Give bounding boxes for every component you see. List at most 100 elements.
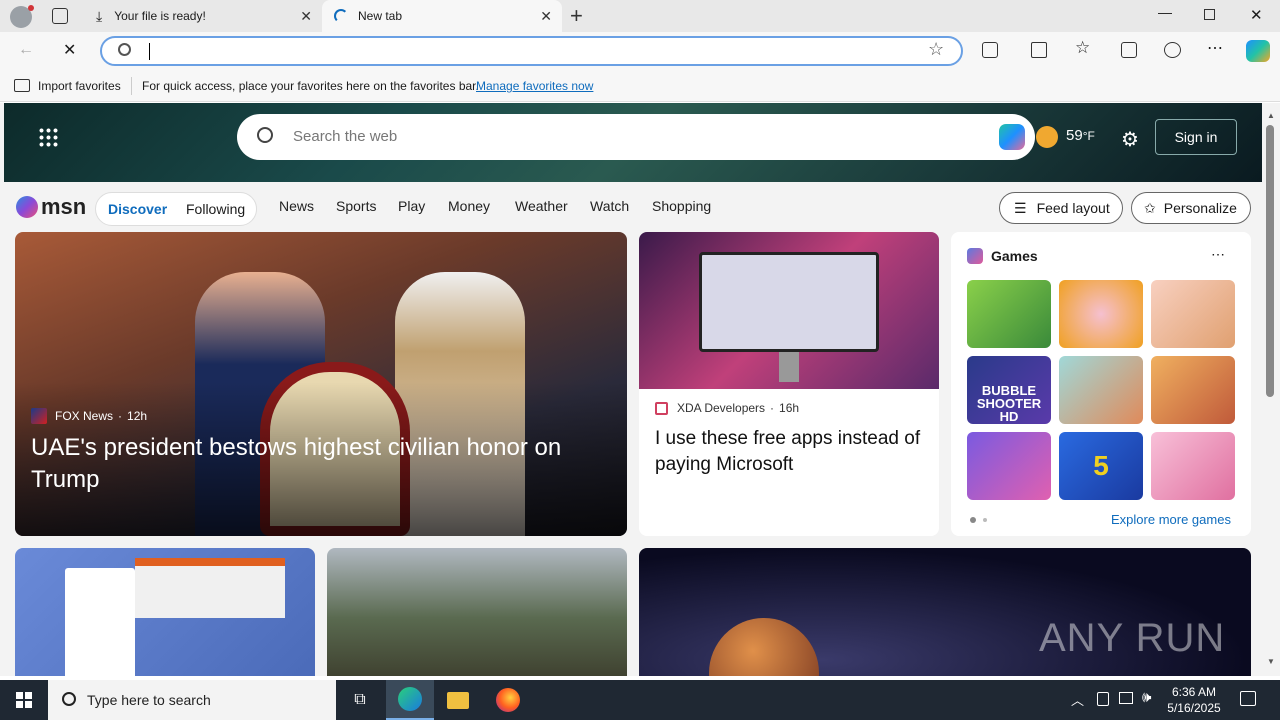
extensions-icon[interactable] (982, 42, 998, 58)
game-tile-5[interactable] (1059, 356, 1143, 424)
search-icon (62, 692, 76, 706)
app-launcher-icon[interactable] (38, 127, 58, 147)
weather-widget[interactable]: 59°F (1066, 127, 1095, 144)
taskbar-search-input: Type here to search (87, 692, 211, 708)
import-icon (14, 79, 30, 92)
scroll-thumb[interactable] (1266, 125, 1274, 397)
tab-new[interactable]: New tab ✕ (322, 0, 562, 32)
hero-story-card[interactable]: FOX News · 12h UAE's president bestows h… (15, 232, 627, 536)
game-tile-8[interactable]: 5 (1059, 432, 1143, 500)
file-explorer-icon[interactable] (434, 680, 482, 720)
favorite-star-icon[interactable]: ☆ (928, 39, 944, 60)
back-button[interactable]: ← (18, 41, 34, 59)
msn-search-box[interactable]: Search the web (237, 114, 1035, 160)
pill-discover[interactable]: Discover (108, 201, 167, 217)
product-box (65, 568, 135, 676)
story-card[interactable] (15, 548, 315, 676)
edge-taskbar-icon[interactable] (386, 680, 434, 720)
close-icon[interactable]: ✕ (300, 8, 312, 25)
game-tile-2[interactable] (1059, 280, 1143, 348)
msn-logo[interactable]: msn (16, 194, 86, 220)
settings-gear-icon[interactable]: ⚙ (1121, 127, 1139, 152)
copilot-icon[interactable] (999, 124, 1025, 150)
story-headline[interactable]: UAE's president bestows highest civilian… (31, 432, 611, 496)
story-headline[interactable]: I use these free apps instead of paying … (655, 426, 930, 478)
tab-title: Your file is ready! (114, 9, 206, 23)
nav-news[interactable]: News (279, 198, 314, 214)
windows-logo-icon (16, 692, 32, 708)
search-icon (257, 127, 273, 143)
scroll-up-arrow[interactable]: ▲ (1267, 111, 1275, 120)
story-card[interactable] (327, 548, 627, 676)
side-story-card[interactable]: XDA Developers · 16h I use these free ap… (639, 232, 939, 536)
nav-sports[interactable]: Sports (336, 198, 376, 214)
nav-weather[interactable]: Weather (515, 198, 568, 214)
tray-device-icon[interactable] (1097, 692, 1109, 706)
favorites-icon[interactable]: ☆ (1075, 38, 1090, 58)
game-tile-3[interactable] (1151, 280, 1235, 348)
game-tile-1[interactable] (967, 280, 1051, 348)
pill-following[interactable]: Following (186, 201, 245, 217)
nav-play[interactable]: Play (398, 198, 425, 214)
msn-nav-row: msn Discover Following News Sports Play … (4, 182, 1262, 232)
nav-watch[interactable]: Watch (590, 198, 629, 214)
carousel-dot-active[interactable] (970, 517, 976, 523)
nav-money[interactable]: Money (448, 198, 490, 214)
page-scrollbar[interactable]: ▲ ▼ (1262, 103, 1280, 676)
scroll-down-arrow[interactable]: ▼ (1267, 657, 1275, 666)
task-view-icon[interactable]: ⧉ (336, 680, 384, 720)
feed-pills: Discover Following (95, 192, 257, 226)
game-tile-6[interactable] (1151, 356, 1235, 424)
notification-center-icon[interactable] (1240, 691, 1256, 706)
game-tile-7[interactable] (967, 432, 1051, 500)
taskbar-clock[interactable]: 6:36 AM 5/16/2025 (1166, 684, 1222, 716)
download-icon: ⤓ (96, 7, 103, 24)
close-icon[interactable]: ✕ (540, 8, 552, 25)
carousel-dot[interactable] (983, 518, 987, 522)
stop-button[interactable]: ✕ (63, 40, 76, 60)
story-card[interactable]: ANY RUN (639, 548, 1251, 676)
tab-actions-icon[interactable] (52, 8, 68, 24)
games-more-icon[interactable]: ⋯ (1211, 246, 1225, 263)
tray-network-icon[interactable] (1119, 692, 1133, 704)
minimize-button[interactable]: — (1158, 4, 1172, 20)
tab-download[interactable]: ⤓ Your file is ready! ✕ (86, 0, 322, 32)
story-source: FOX News · 12h (31, 408, 147, 424)
browser-essentials-icon[interactable] (1164, 42, 1181, 58)
msn-logo-icon (16, 196, 38, 218)
game-tile-4[interactable]: BUBBLE SHOOTER HD (967, 356, 1051, 424)
import-favorites-button[interactable]: Import favorites (38, 79, 121, 93)
sign-in-button[interactable]: Sign in (1155, 119, 1237, 155)
story-source: XDA Developers · 16h (655, 401, 799, 415)
start-button[interactable] (0, 680, 48, 720)
search-icon (118, 43, 131, 56)
nav-shopping[interactable]: Shopping (652, 198, 711, 214)
address-bar[interactable]: ☆ (100, 36, 963, 66)
product-box (135, 558, 285, 618)
restore-button[interactable] (1204, 9, 1215, 20)
explore-more-games-link[interactable]: Explore more games (1111, 512, 1231, 527)
tray-chevron-icon[interactable]: ︿ (1071, 690, 1084, 709)
game-tile-9[interactable] (1151, 432, 1235, 500)
firefox-icon[interactable] (484, 680, 532, 720)
tray-volume-icon[interactable]: 🕪 (1142, 689, 1151, 706)
feed-layout-button[interactable]: ☰ Feed layout (999, 192, 1123, 224)
new-tab-button[interactable]: + (570, 3, 583, 29)
personalize-button[interactable]: ✩ Personalize (1131, 192, 1251, 224)
close-window-button[interactable]: ✕ (1250, 6, 1263, 24)
game-tile-label: BUBBLE SHOOTER HD (976, 383, 1042, 424)
collections-icon[interactable] (1121, 42, 1137, 58)
profile-notification-dot (28, 5, 34, 11)
favorites-bar-divider (131, 77, 132, 95)
taskbar-search-box[interactable]: Type here to search (48, 680, 336, 720)
personalize-icon: ✩ (1144, 200, 1156, 216)
firefox-logo-icon (496, 688, 520, 712)
manage-favorites-link[interactable]: Manage favorites now (476, 79, 593, 93)
copilot-icon[interactable] (1246, 40, 1270, 62)
tab-title: New tab (358, 9, 403, 23)
games-icon (967, 248, 983, 264)
more-menu-icon[interactable]: ⋯ (1207, 38, 1223, 58)
dot-separator: · (770, 401, 775, 415)
feed-layout-label: Feed layout (1036, 200, 1110, 216)
split-screen-icon[interactable] (1031, 42, 1047, 58)
